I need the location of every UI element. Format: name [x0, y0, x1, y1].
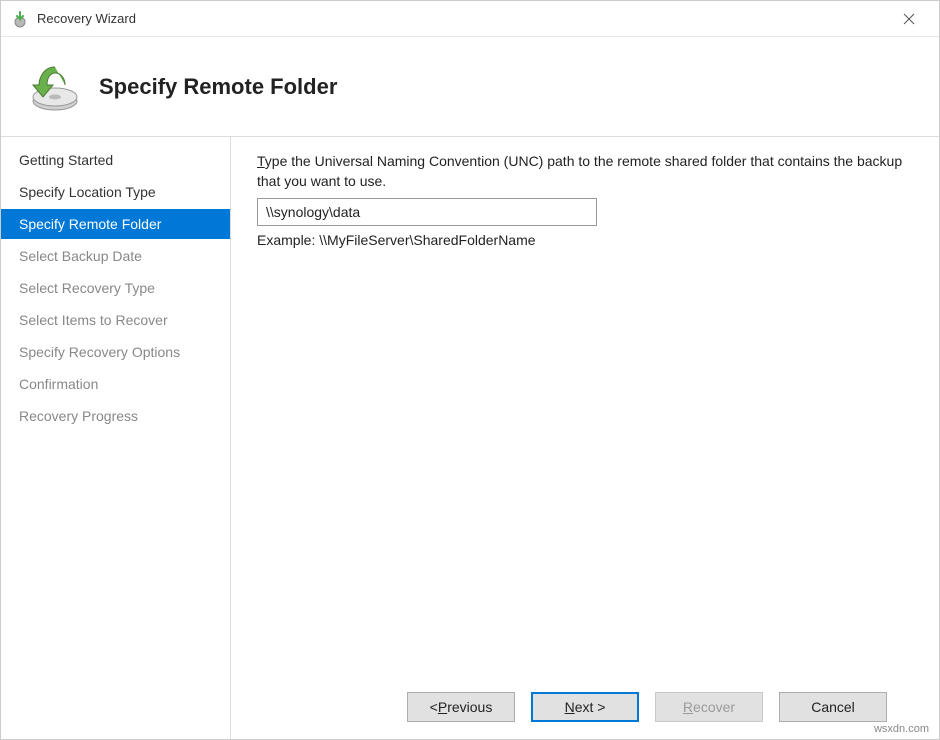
previous-button[interactable]: < Previous: [407, 692, 515, 722]
wizard-window: Recovery Wizard Specify Remote Folder Ge…: [0, 0, 940, 740]
instruction-text: Type the Universal Naming Convention (UN…: [257, 151, 913, 192]
wizard-header: Specify Remote Folder: [1, 37, 939, 137]
wizard-footer: < Previous Next > Recover Cancel: [257, 675, 913, 739]
example-text: Example: \\MyFileServer\SharedFolderName: [257, 232, 913, 248]
step-confirmation: Confirmation: [1, 369, 230, 399]
step-getting-started[interactable]: Getting Started: [1, 145, 230, 175]
step-select-items-to-recover: Select Items to Recover: [1, 305, 230, 335]
unc-path-input[interactable]: [257, 198, 597, 226]
titlebar: Recovery Wizard: [1, 1, 939, 37]
watermark: wsxdn.com: [874, 723, 929, 735]
step-sidebar: Getting Started Specify Location Type Sp…: [1, 137, 231, 739]
step-recovery-progress: Recovery Progress: [1, 401, 230, 431]
step-select-recovery-type: Select Recovery Type: [1, 273, 230, 303]
step-specify-recovery-options: Specify Recovery Options: [1, 337, 230, 367]
cancel-button[interactable]: Cancel: [779, 692, 887, 722]
instruction-rest: ype the Universal Naming Convention (UNC…: [257, 153, 902, 189]
page-title: Specify Remote Folder: [99, 74, 337, 100]
instruction-hotkey: T: [257, 153, 265, 169]
recovery-wizard-icon: [25, 59, 81, 115]
wizard-body: Getting Started Specify Location Type Sp…: [1, 137, 939, 739]
recover-button: Recover: [655, 692, 763, 722]
step-specify-remote-folder[interactable]: Specify Remote Folder: [1, 209, 230, 239]
step-specify-location-type[interactable]: Specify Location Type: [1, 177, 230, 207]
app-icon: [11, 10, 29, 28]
next-button[interactable]: Next >: [531, 692, 639, 722]
window-title: Recovery Wizard: [37, 11, 889, 26]
content-area: Type the Universal Naming Convention (UN…: [231, 137, 939, 739]
content-inner: Type the Universal Naming Convention (UN…: [257, 151, 913, 675]
step-select-backup-date: Select Backup Date: [1, 241, 230, 271]
close-button[interactable]: [889, 4, 929, 34]
